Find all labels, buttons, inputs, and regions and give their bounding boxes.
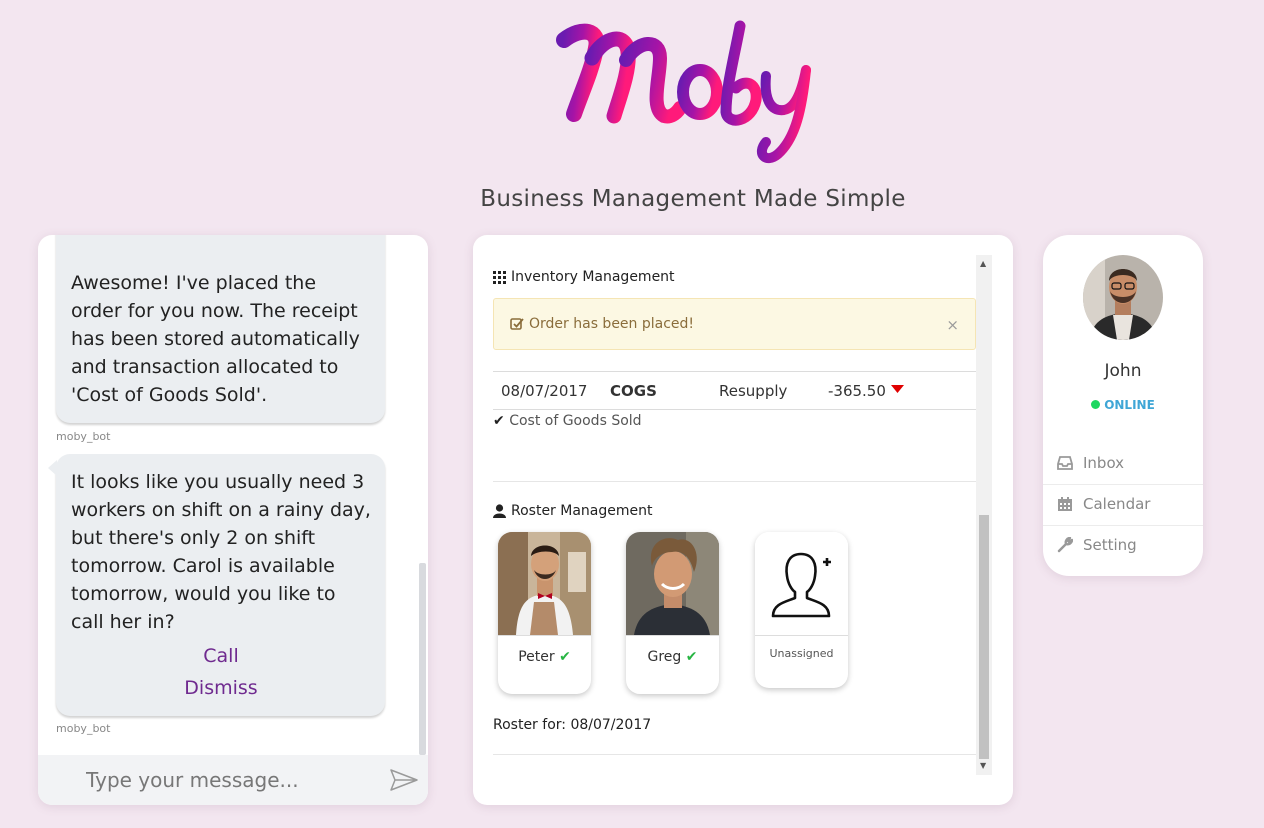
transaction-type: Resupply (719, 382, 788, 400)
chat-message: It looks like you usually need 3 workers… (48, 454, 385, 716)
menu-item-setting[interactable]: Setting (1043, 525, 1203, 565)
roster-title: Roster Management (511, 503, 653, 519)
scroll-down-icon[interactable]: ▼ (980, 761, 986, 770)
message-sender: moby_bot (56, 430, 111, 443)
check-square-icon (510, 318, 524, 330)
chat-message-text: It looks like you usually need 3 workers… (71, 471, 371, 633)
dismiss-button[interactable]: Dismiss (71, 672, 371, 704)
inventory-title: Inventory Management (511, 269, 675, 285)
menu-item-label: Calendar (1083, 495, 1151, 513)
menu-item-label: Inbox (1083, 454, 1125, 472)
add-user-icon (755, 532, 848, 635)
check-icon: ✔ (559, 649, 571, 665)
online-dot-icon (1091, 400, 1101, 409)
menu-item-label: Setting (1083, 536, 1137, 554)
chat-scrollbar[interactable] (419, 563, 426, 755)
profile-panel: John ONLINE Inbox Calendar Setting (1043, 235, 1203, 576)
staff-name: Unassigned (769, 647, 834, 660)
card-separator (498, 635, 591, 636)
order-alert: Order has been placed! × (493, 298, 976, 350)
inbox-icon (1057, 456, 1073, 470)
staff-card-unassigned[interactable]: Unassigned (755, 532, 848, 688)
message-actions: Call Dismiss (71, 640, 371, 704)
wrench-icon (1057, 537, 1073, 553)
avatar[interactable] (1083, 255, 1163, 340)
staff-name: Greg ✔ (647, 649, 698, 665)
menu-item-inbox[interactable]: Inbox (1043, 443, 1203, 483)
alert-message: Order has been placed! (529, 316, 695, 332)
check-icon: ✔ (685, 649, 698, 665)
divider (493, 481, 976, 482)
chat-panel: Awesome! I've placed the order for you n… (38, 235, 428, 805)
management-panel: Inventory Management Order has been plac… (473, 235, 1013, 805)
chat-message: Awesome! I've placed the order for you n… (56, 235, 385, 423)
status-badge: ONLINE (1043, 398, 1203, 412)
transaction-date: 08/07/2017 (501, 382, 588, 400)
transaction-description: ✔ Cost of Goods Sold (493, 413, 642, 429)
user-icon (493, 504, 506, 518)
transaction-code: COGS (610, 382, 657, 400)
card-separator (755, 635, 848, 636)
chat-message-text: Awesome! I've placed the order for you n… (71, 272, 360, 406)
menu-item-calendar[interactable]: Calendar (1043, 484, 1203, 524)
divider (493, 754, 976, 755)
transaction-row[interactable]: 08/07/2017 COGS Resupply -365.50 (493, 371, 976, 410)
staff-card-greg[interactable]: Greg ✔ (626, 532, 719, 694)
staff-photo (626, 532, 719, 635)
call-button[interactable]: Call (71, 640, 371, 672)
grid-icon (493, 270, 506, 284)
message-sender: moby_bot (56, 722, 111, 735)
management-content: Inventory Management Order has been plac… (493, 255, 976, 775)
chat-input-bar (38, 755, 428, 805)
description-text: Cost of Goods Sold (509, 413, 642, 429)
main-scrollbar[interactable]: ▲ ▼ (976, 255, 992, 775)
staff-photo (498, 532, 591, 635)
moby-logo (556, 20, 811, 164)
roster-date: Roster for: 08/07/2017 (493, 717, 652, 733)
status-text: ONLINE (1104, 398, 1155, 412)
inventory-section-title: Inventory Management (493, 269, 675, 285)
card-separator (626, 635, 719, 636)
transaction-amount: -365.50 (828, 382, 886, 400)
bubble-tail (48, 460, 57, 476)
profile-name: John (1104, 361, 1142, 381)
staff-name: Peter ✔ (518, 649, 571, 665)
paper-plane-icon[interactable] (390, 769, 418, 791)
tagline: Business Management Made Simple (480, 186, 906, 212)
message-input[interactable] (86, 766, 376, 794)
staff-card-peter[interactable]: Peter ✔ (498, 532, 591, 694)
roster-section-title: Roster Management (493, 503, 653, 519)
close-icon[interactable]: × (946, 316, 959, 334)
down-arrow-icon (891, 385, 904, 393)
scroll-thumb[interactable] (979, 515, 989, 759)
calendar-icon (1058, 497, 1072, 511)
chat-messages: Awesome! I've placed the order for you n… (38, 235, 428, 755)
scroll-up-icon[interactable]: ▲ (980, 259, 986, 268)
checkmark-icon: ✔ (493, 413, 505, 429)
